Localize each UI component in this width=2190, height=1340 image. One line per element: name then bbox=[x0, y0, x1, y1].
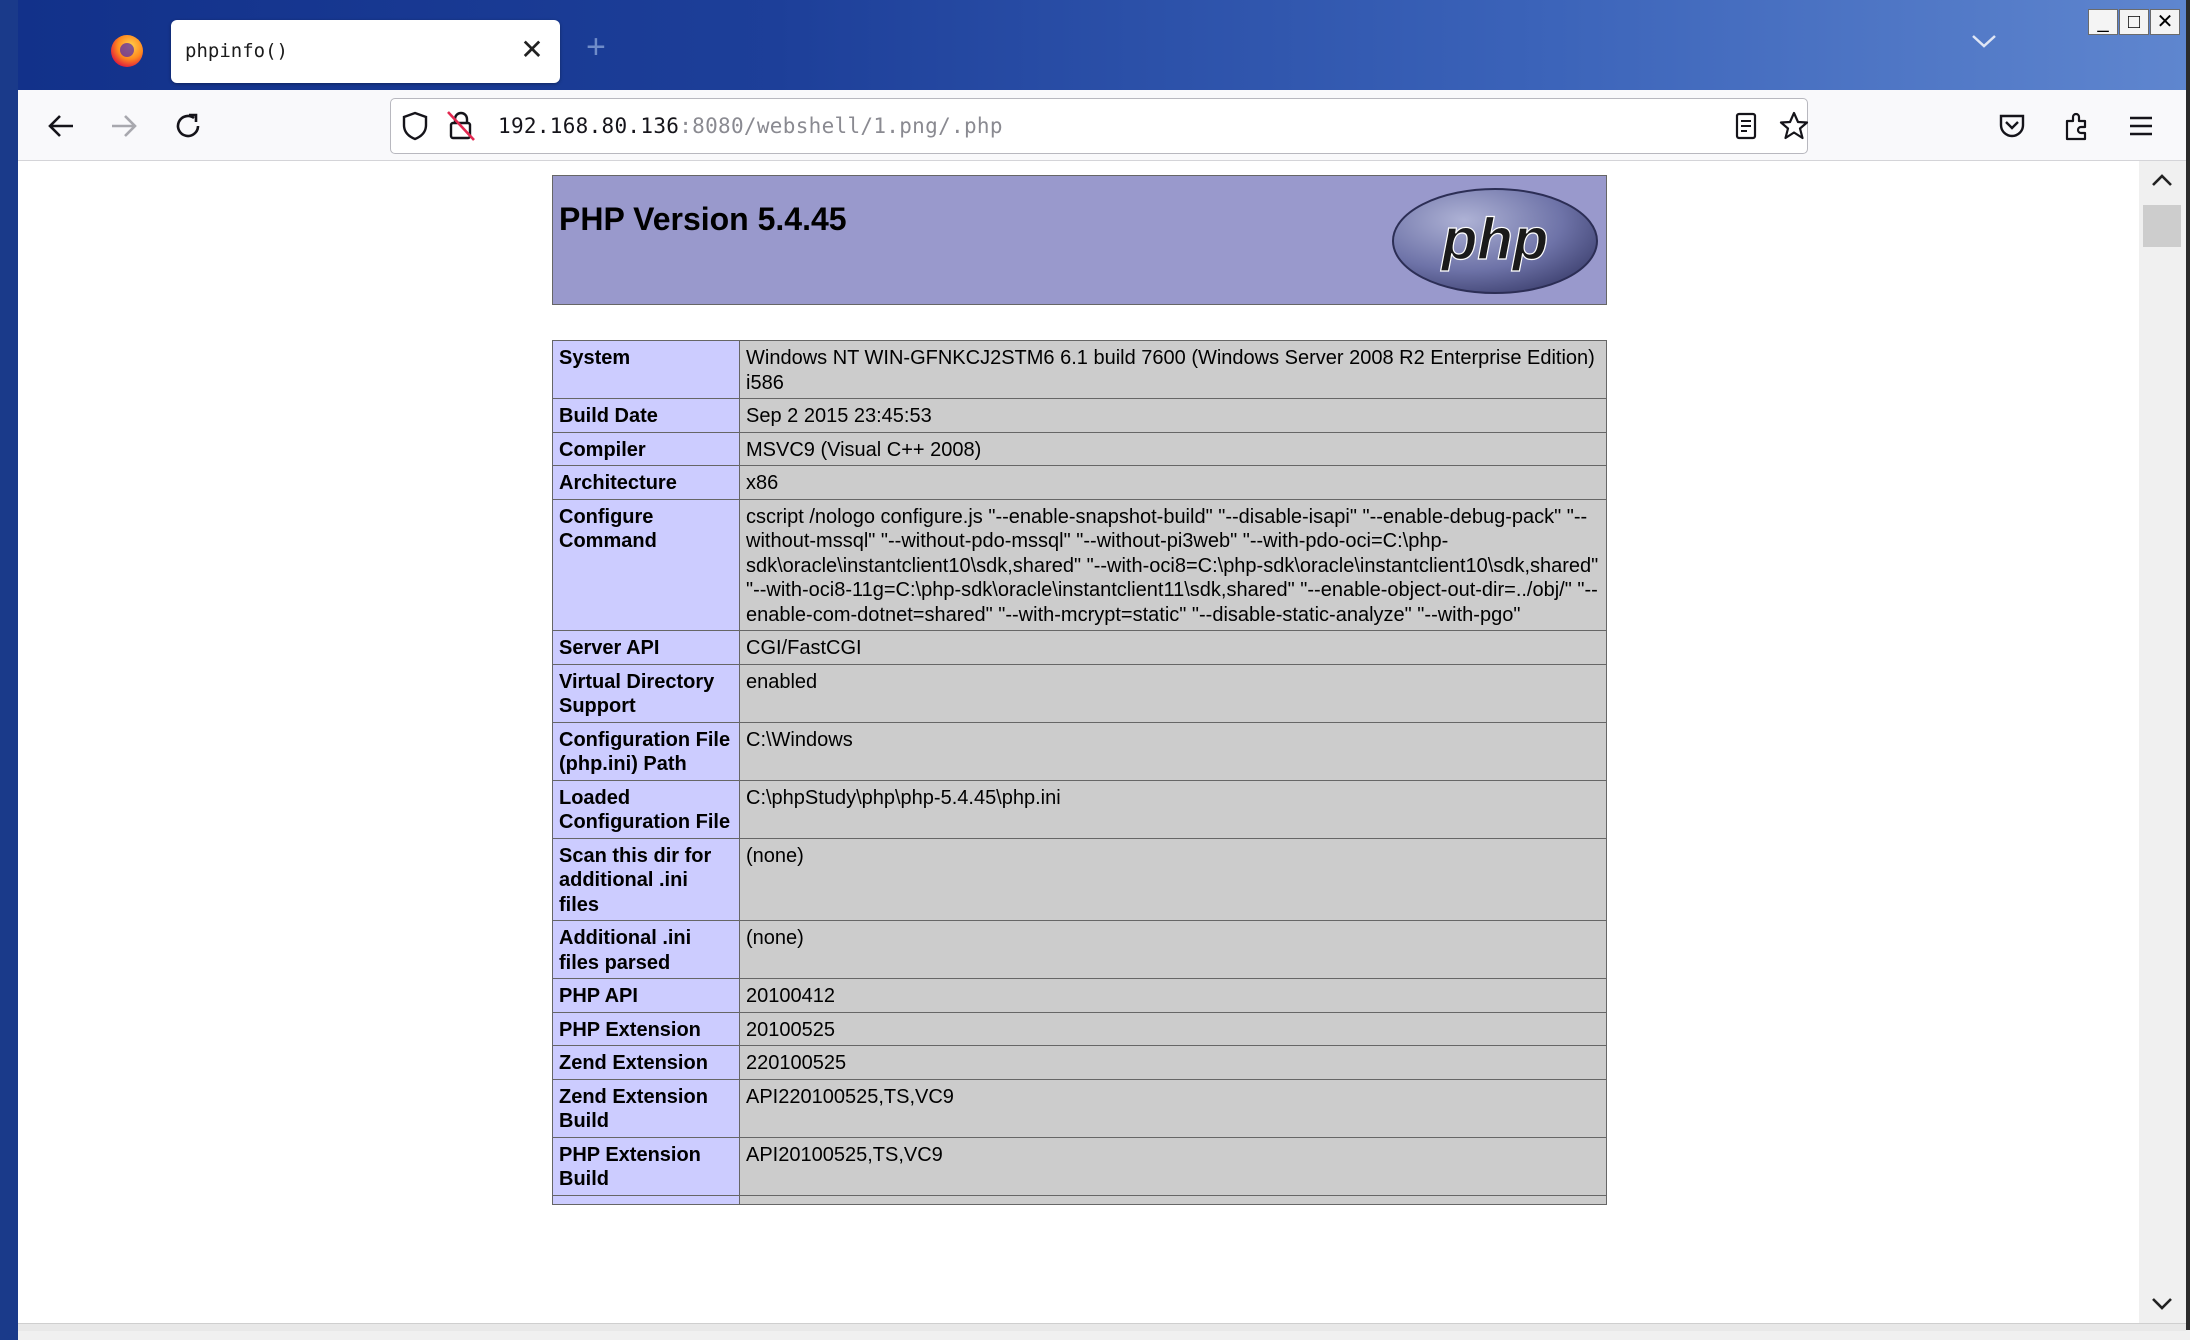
forward-arrow-icon[interactable] bbox=[108, 110, 140, 142]
php-logo-text: php bbox=[1440, 207, 1548, 272]
tab-phpinfo[interactable]: phpinfo() ✕ bbox=[171, 20, 560, 83]
shield-icon[interactable] bbox=[399, 110, 431, 142]
chevron-down-icon[interactable] bbox=[1971, 33, 1997, 54]
row-value: (none) bbox=[739, 920, 1607, 979]
table-row: PHP Extension Build API20100525,TS,VC9 bbox=[552, 1136, 1607, 1196]
row-label: PHP Extension bbox=[552, 1011, 740, 1046]
table-row: Loaded Configuration File C:\phpStudy\php… bbox=[552, 779, 1607, 839]
table-row: Compiler MSVC9 (Visual C++ 2008) bbox=[552, 431, 1607, 466]
close-window-button[interactable]: ✕ bbox=[2150, 9, 2180, 35]
reader-view-icon[interactable] bbox=[1730, 110, 1762, 142]
row-value: C:\Windows bbox=[739, 721, 1607, 781]
table-row: Zend Extension Build API220100525,TS,VC9 bbox=[552, 1078, 1607, 1138]
insecure-lock-icon[interactable] bbox=[445, 110, 477, 142]
row-label: Additional .ini files parsed bbox=[552, 920, 740, 979]
table-row: Additional .ini files parsed (none) bbox=[552, 920, 1607, 979]
reload-icon[interactable] bbox=[172, 110, 204, 142]
row-value: enabled bbox=[739, 663, 1607, 723]
php-logo: php bbox=[1390, 186, 1600, 301]
table-row: Server API CGI/FastCGI bbox=[552, 630, 1607, 665]
row-label: Build Date bbox=[552, 398, 740, 433]
row-label: Compiler bbox=[552, 431, 740, 466]
minimize-button[interactable]: _ bbox=[2088, 9, 2118, 35]
row-value: C:\phpStudy\php\php-5.4.45\php.ini bbox=[739, 779, 1607, 839]
row-value bbox=[739, 1194, 1607, 1205]
table-row: PHP Extension 20100525 bbox=[552, 1011, 1607, 1046]
back-arrow-icon[interactable] bbox=[45, 110, 77, 142]
url-host: 192.168.80.136 bbox=[498, 114, 680, 138]
row-value: cscript /nologo configure.js "--enable-s… bbox=[739, 498, 1607, 631]
row-value: (none) bbox=[739, 837, 1607, 921]
extensions-icon[interactable] bbox=[2061, 110, 2093, 142]
row-label: Zend Extension Build bbox=[552, 1078, 740, 1138]
php-version-header: PHP Version 5.4.45 php bbox=[552, 175, 1607, 305]
new-tab-plus-icon[interactable]: + bbox=[586, 30, 606, 64]
firefox-logo-icon bbox=[111, 35, 143, 67]
page-viewport: PHP Version 5.4.45 php System Windows NT… bbox=[18, 161, 2139, 1323]
info-table: System Windows NT WIN-GFNKCJ2STM6 6.1 bui… bbox=[552, 340, 1607, 1205]
navigation-toolbar: 192.168.80.136:8080/webshell/1.png/.php bbox=[18, 90, 2186, 161]
hamburger-menu-icon[interactable] bbox=[2125, 110, 2157, 142]
table-row: Build Date Sep 2 2015 23:45:53 bbox=[552, 398, 1607, 433]
table-row: Zend Extension 220100525 bbox=[552, 1045, 1607, 1080]
row-value: Sep 2 2015 23:45:53 bbox=[739, 398, 1607, 433]
row-label: Server API bbox=[552, 630, 740, 665]
phpinfo-center: PHP Version 5.4.45 php System Windows NT… bbox=[552, 175, 1607, 1205]
close-tab-icon[interactable]: ✕ bbox=[516, 34, 548, 66]
vertical-scrollbar[interactable] bbox=[2139, 161, 2186, 1323]
row-value: API20100525,TS,VC9 bbox=[739, 1136, 1607, 1196]
row-label: Loaded Configuration File bbox=[552, 779, 740, 839]
row-label: Zend Extension bbox=[552, 1045, 740, 1080]
table-row: Configure Command cscript /nologo configu… bbox=[552, 498, 1607, 631]
row-value: 20100525 bbox=[739, 1011, 1607, 1046]
table-row: PHP API 20100412 bbox=[552, 978, 1607, 1013]
table-row: Architecture x86 bbox=[552, 465, 1607, 500]
maximize-button[interactable]: □ bbox=[2119, 9, 2149, 35]
firefox-window: phpinfo() ✕ + _ □ ✕ 192.168.80.136:8080/… bbox=[18, 0, 2190, 1331]
desktop-edge bbox=[0, 0, 18, 1340]
row-label: Architecture bbox=[552, 465, 740, 500]
row-value: 220100525 bbox=[739, 1045, 1607, 1080]
scrollbar-thumb[interactable] bbox=[2143, 205, 2181, 247]
page-title: PHP Version 5.4.45 bbox=[559, 201, 847, 237]
table-row: Scan this dir for additional .ini files(… bbox=[552, 837, 1607, 921]
row-value: Windows NT WIN-GFNKCJ2STM6 6.1 build 760… bbox=[739, 340, 1607, 399]
table-row: System Windows NT WIN-GFNKCJ2STM6 6.1 bui… bbox=[552, 340, 1607, 399]
table-row: Virtual Directory Support enabled bbox=[552, 663, 1607, 723]
row-label: Configure Command bbox=[552, 498, 740, 631]
tab-strip: phpinfo() ✕ + _ □ ✕ bbox=[18, 0, 2186, 90]
row-label: System bbox=[552, 340, 740, 399]
star-icon[interactable] bbox=[1778, 110, 1810, 142]
url-text[interactable]: 192.168.80.136:8080/webshell/1.png/.php bbox=[498, 114, 1003, 138]
row-value: API220100525,TS,VC9 bbox=[739, 1078, 1607, 1138]
address-bar[interactable]: 192.168.80.136:8080/webshell/1.png/.php bbox=[390, 98, 1810, 154]
row-label: PHP API bbox=[552, 978, 740, 1013]
status-edge bbox=[18, 1323, 2186, 1331]
row-label bbox=[552, 1194, 740, 1205]
row-value: x86 bbox=[739, 465, 1607, 500]
row-label: Configuration File (php.ini) Path bbox=[552, 721, 740, 781]
row-label: Scan this dir for additional .ini files bbox=[552, 837, 740, 921]
table-row: Configuration File (php.ini) Path C:\Wind… bbox=[552, 721, 1607, 781]
tab-title: phpinfo() bbox=[185, 40, 288, 62]
row-value: 20100412 bbox=[739, 978, 1607, 1013]
table-row bbox=[552, 1194, 1607, 1205]
scroll-up-icon[interactable] bbox=[2147, 165, 2177, 195]
row-label: PHP Extension Build bbox=[552, 1136, 740, 1196]
pocket-icon[interactable] bbox=[1996, 110, 2028, 142]
scroll-down-icon[interactable] bbox=[2147, 1289, 2177, 1319]
row-label: Virtual Directory Support bbox=[552, 663, 740, 723]
row-value: CGI/FastCGI bbox=[739, 630, 1607, 665]
url-path: :8080/webshell/1.png/.php bbox=[679, 114, 1003, 138]
row-value: MSVC9 (Visual C++ 2008) bbox=[739, 431, 1607, 466]
